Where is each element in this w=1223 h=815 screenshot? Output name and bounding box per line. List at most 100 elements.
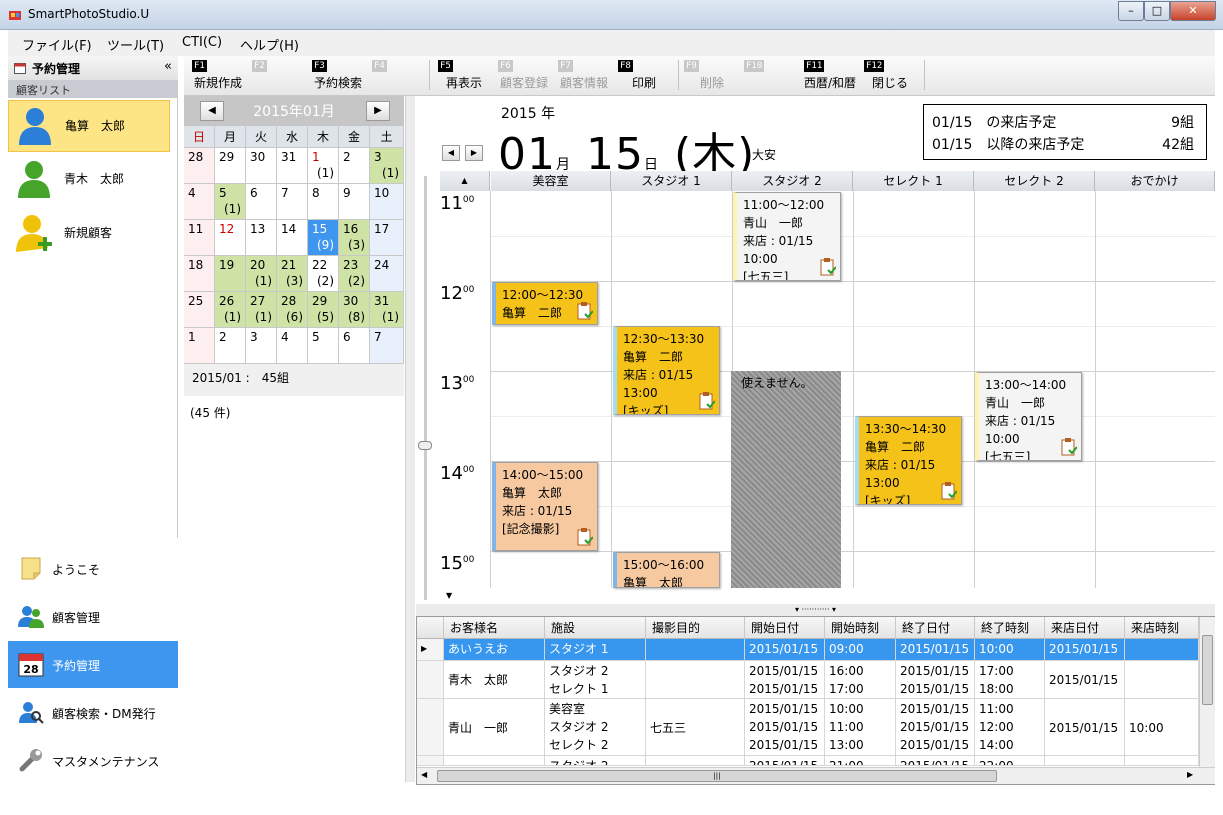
- grid-cell[interactable]: 美容室 スタジオ 2 セレクト 2: [545, 699, 646, 756]
- calendar-day[interactable]: 12: [215, 220, 246, 256]
- grid-header[interactable]: 終了時刻: [975, 617, 1045, 639]
- calendar-day[interactable]: 6: [246, 184, 277, 220]
- row-header[interactable]: [417, 661, 444, 699]
- nav-customer-search-dm[interactable]: 顧客検索・DM発行: [8, 689, 178, 736]
- nav-reservation-management[interactable]: 28 予約管理: [8, 641, 178, 688]
- grid-header[interactable]: 来店日付: [1045, 617, 1125, 639]
- grid-cell[interactable]: スタジオ 1: [545, 639, 646, 661]
- calendar-day[interactable]: 27 (1): [246, 292, 277, 328]
- calendar-day[interactable]: 9: [339, 184, 370, 220]
- calendar-day[interactable]: 31 (1): [370, 292, 404, 328]
- calendar-day[interactable]: 4: [277, 328, 308, 364]
- calendar-day[interactable]: 22 (2): [308, 256, 339, 292]
- vscroll-thumb[interactable]: [1202, 635, 1213, 705]
- grid-header[interactable]: 開始時刻: [825, 617, 896, 639]
- era-toggle-button[interactable]: 西暦/和暦: [804, 74, 856, 91]
- row-header[interactable]: [417, 756, 444, 766]
- calendar-day[interactable]: 11: [184, 220, 215, 256]
- calendar-day[interactable]: 3 (1): [370, 148, 404, 184]
- zoom-slider-track[interactable]: [424, 176, 427, 600]
- grid-cell[interactable]: 2015/01/15: [745, 639, 825, 661]
- next-day-button[interactable]: ▶: [465, 145, 483, 161]
- appointment[interactable]: 14:00〜15:00 亀算 太郎 来店 : 01/15 [記念撮影]: [492, 462, 598, 551]
- grid-cell[interactable]: 2015/01/15 2015/01/15 2015/01/15: [745, 699, 825, 756]
- register-customer-button[interactable]: 顧客登録: [500, 74, 548, 91]
- grid-cell[interactable]: [646, 639, 745, 661]
- calendar-day[interactable]: 6: [339, 328, 370, 364]
- grid-header[interactable]: 来店時刻: [1125, 617, 1199, 639]
- nav-welcome[interactable]: ようこそ: [8, 545, 178, 592]
- menu-tools[interactable]: ツール(T): [107, 35, 164, 54]
- nav-customer-management[interactable]: 顧客管理: [8, 593, 178, 640]
- grid-cell[interactable]: [646, 756, 745, 766]
- row-header[interactable]: ▶: [417, 639, 444, 661]
- new-customer-item[interactable]: 新規顧客: [8, 208, 170, 260]
- appointment[interactable]: 11:00〜12:00 青山 一郎 来店 : 01/15 10:00 [七五三]: [733, 192, 841, 281]
- grid-cell[interactable]: [1125, 661, 1199, 699]
- calendar-day[interactable]: 29 (5): [308, 292, 339, 328]
- collapse-button[interactable]: «: [164, 59, 172, 74]
- calendar-day[interactable]: 19: [215, 256, 246, 292]
- appointment[interactable]: 13:30〜14:30 亀算 二郎 来店 : 01/15 13:00 [キッズ]: [855, 416, 962, 505]
- scroll-down-button[interactable]: ▼: [440, 588, 490, 604]
- calendar-day[interactable]: 5: [308, 328, 339, 364]
- calendar-day[interactable]: 20 (1): [246, 256, 277, 292]
- customer-item[interactable]: 亀算 太郎: [8, 100, 170, 152]
- grid-cell[interactable]: 17:00 18:00: [975, 661, 1045, 699]
- grid-cell[interactable]: スタジオ 2: [545, 756, 646, 766]
- appointment[interactable]: 13:00〜14:00 青山 一郎 来店 : 01/15 10:00 [七五三]: [975, 372, 1082, 461]
- grid-cell[interactable]: 10:00 11:00 13:00: [825, 699, 896, 756]
- grid-cell[interactable]: 10:00: [975, 639, 1045, 661]
- grid-cell[interactable]: 2015/01/15: [745, 756, 825, 766]
- customer-info-button[interactable]: 顧客情報: [560, 74, 608, 91]
- unavailable-block[interactable]: 使えません。: [731, 371, 841, 588]
- hscroll-right-button[interactable]: ▶: [1187, 770, 1193, 779]
- calendar-day[interactable]: 26 (1): [215, 292, 246, 328]
- calendar-day[interactable]: 2: [215, 328, 246, 364]
- grid-cell[interactable]: 2015/01/15 2015/01/15: [745, 661, 825, 699]
- close-form-button[interactable]: 閉じる: [872, 74, 908, 91]
- grid-cell[interactable]: あいうえお: [444, 639, 545, 661]
- calendar-day[interactable]: 31: [277, 148, 308, 184]
- grid-cell[interactable]: 青山 一郎: [444, 699, 545, 756]
- search-reservation-button[interactable]: 予約検索: [314, 74, 362, 91]
- prev-day-button[interactable]: ◀: [442, 145, 460, 161]
- grid-cell[interactable]: 16:00 17:00: [825, 661, 896, 699]
- next-month-button[interactable]: ▶: [366, 101, 390, 121]
- calendar-day[interactable]: 29: [215, 148, 246, 184]
- grid-cell[interactable]: 2015/01/15: [896, 756, 975, 766]
- calendar-day[interactable]: 16 (3): [339, 220, 370, 256]
- grid-cell[interactable]: [1045, 756, 1125, 766]
- appointment[interactable]: 12:00〜12:30亀算 二郎来店 : 01/15 13: [492, 282, 598, 325]
- grid-cell[interactable]: 22:00: [975, 756, 1045, 766]
- calendar-day[interactable]: 28 (6): [277, 292, 308, 328]
- menu-help[interactable]: ヘルプ(H): [240, 35, 299, 54]
- calendar-day[interactable]: 2: [339, 148, 370, 184]
- grid-cell[interactable]: 2015/01/15: [1045, 661, 1125, 699]
- calendar-day[interactable]: 18: [184, 256, 215, 292]
- calendar-day[interactable]: 8: [308, 184, 339, 220]
- appointment[interactable]: 12:30〜13:30 亀算 二郎 来店 : 01/15 13:00 [キッズ]: [613, 326, 720, 415]
- grid-cell[interactable]: [646, 661, 745, 699]
- calendar-day[interactable]: 30: [246, 148, 277, 184]
- calendar-day[interactable]: 24: [370, 256, 404, 292]
- calendar-day[interactable]: 1: [184, 328, 215, 364]
- print-button[interactable]: 印刷: [632, 74, 656, 91]
- calendar-day[interactable]: 13: [246, 220, 277, 256]
- calendar-day[interactable]: 21 (3): [277, 256, 308, 292]
- grid-cell[interactable]: スタジオ 2 セレクト 1: [545, 661, 646, 699]
- calendar-day[interactable]: 7: [277, 184, 308, 220]
- calendar-day[interactable]: 1 (1): [308, 148, 339, 184]
- calendar-day[interactable]: 28: [184, 148, 215, 184]
- calendar-day[interactable]: 14: [277, 220, 308, 256]
- new-button[interactable]: 新規作成: [194, 74, 242, 91]
- grid-cell[interactable]: 21:00: [825, 756, 896, 766]
- grid-cell[interactable]: 10:00: [1125, 699, 1199, 756]
- maximize-button[interactable]: □: [1144, 1, 1170, 21]
- appointment[interactable]: 15:00〜16:00 亀算 太郎: [613, 552, 720, 588]
- calendar-day[interactable]: 23 (2): [339, 256, 370, 292]
- grid-cell[interactable]: [1125, 756, 1199, 766]
- grid-cell[interactable]: 2015/01/15: [896, 639, 975, 661]
- splitter[interactable]: [405, 96, 415, 782]
- delete-button[interactable]: 削除: [700, 74, 724, 91]
